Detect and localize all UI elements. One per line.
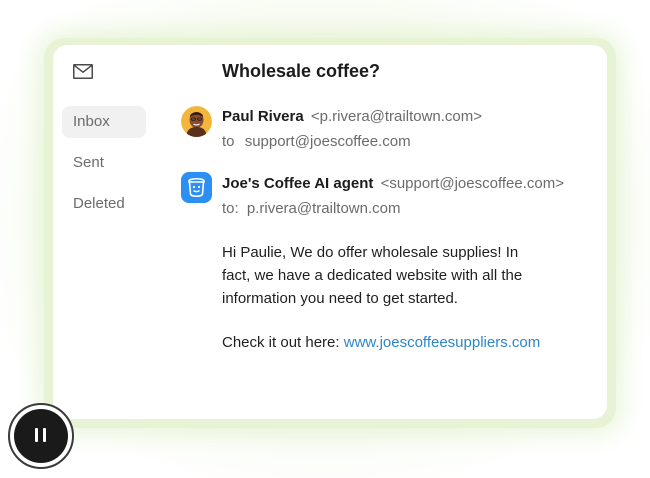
sender-name: Joe's Coffee AI agent — [222, 175, 374, 192]
sidebar-nav: Inbox Sent Deleted — [62, 106, 146, 229]
message-body: Hi Paulie, We do offer wholesale supplie… — [222, 241, 572, 310]
email-card — [53, 45, 607, 419]
stage: Inbox Sent Deleted Wholesale coffee? Pau… — [0, 0, 650, 478]
recipient-address: p.rivera@trailtown.com — [246, 200, 401, 217]
person-avatar — [181, 106, 212, 137]
cta-line: Check it out here: www.joescoffeesupplie… — [222, 334, 540, 351]
robot-icon — [181, 172, 212, 203]
to-prefix: to — [222, 133, 235, 150]
pause-icon — [14, 409, 68, 463]
email-subject: Wholesale coffee? — [222, 61, 381, 81]
cta-text: Check it out here: — [222, 334, 340, 351]
mail-icon[interactable] — [73, 64, 93, 79]
message-2-to: to: p.rivera@trailtown.com — [222, 200, 400, 217]
pause-bar — [43, 428, 46, 442]
body-line: Hi Paulie, We do offer wholesale supplie… — [222, 244, 519, 261]
sidebar-item-deleted[interactable]: Deleted — [62, 188, 146, 220]
sender-address: <support@joescoffee.com> — [380, 175, 564, 192]
body-line: information you need to get started. — [222, 290, 458, 307]
supplier-link[interactable]: www.joescoffeesuppliers.com — [344, 334, 540, 351]
sidebar-item-inbox[interactable]: Inbox — [62, 106, 146, 138]
message-2-from: Joe's Coffee AI agent <support@joescoffe… — [222, 175, 564, 192]
body-line: fact, we have a dedicated website with a… — [222, 267, 523, 284]
to-prefix: to: — [222, 200, 239, 217]
sender-address: <p.rivera@trailtown.com> — [310, 108, 483, 125]
message-1-from: Paul Rivera <p.rivera@trailtown.com> — [222, 108, 482, 125]
sender-name: Paul Rivera — [222, 108, 304, 125]
sidebar-item-sent[interactable]: Sent — [62, 147, 146, 179]
pause-bar — [35, 428, 38, 442]
recipient-address: support@joescoffee.com — [244, 133, 411, 150]
pause-button[interactable] — [8, 403, 74, 469]
message-1-to: to support@joescoffee.com — [222, 133, 411, 150]
